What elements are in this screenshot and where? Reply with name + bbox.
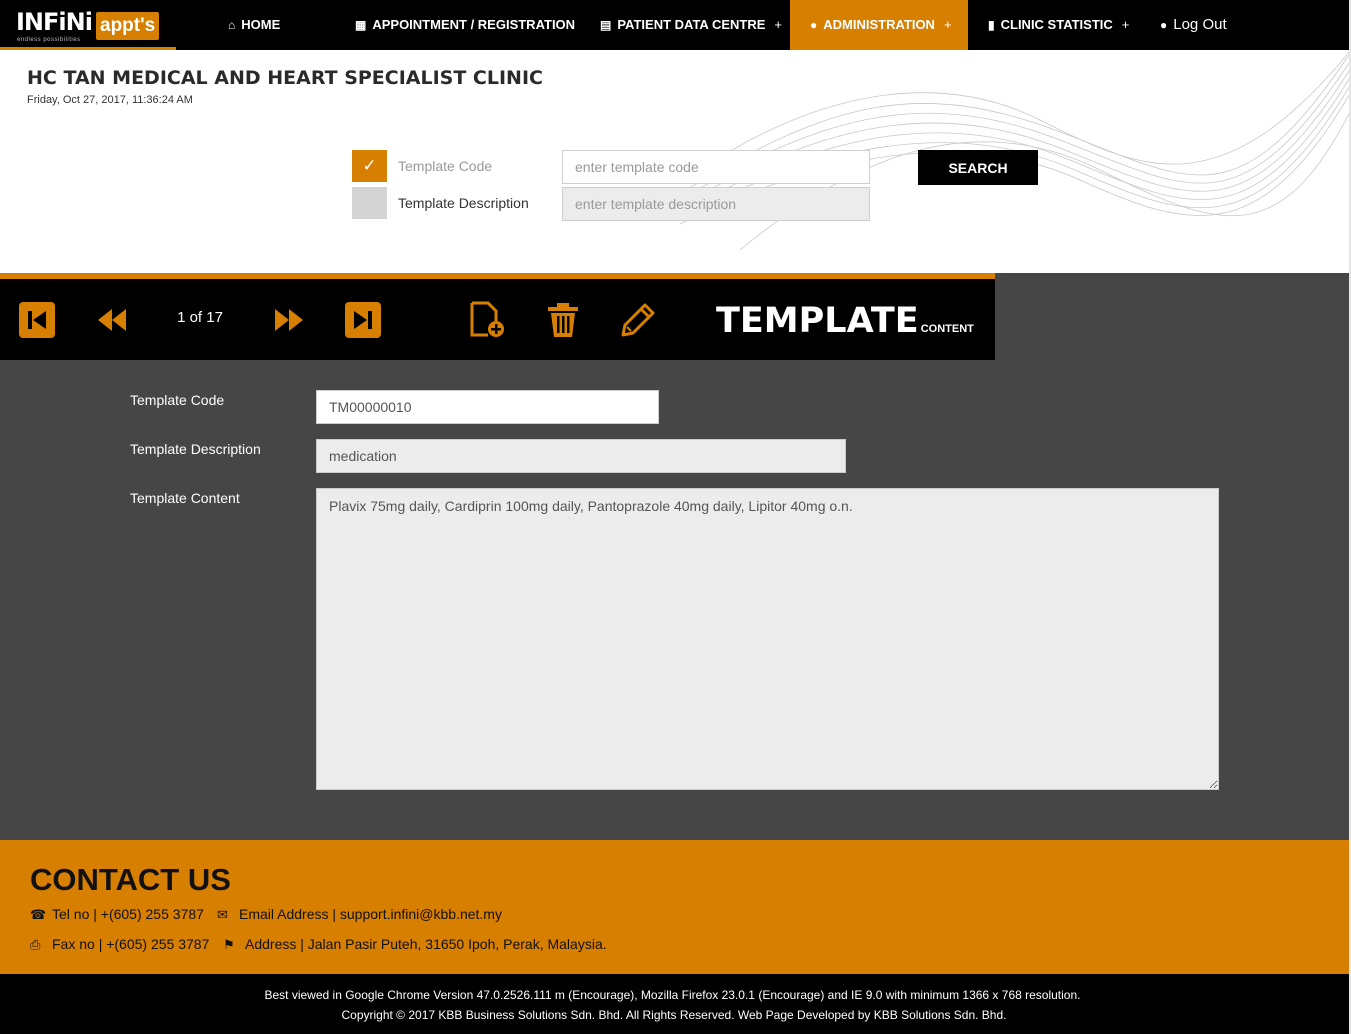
contact-fax-text: Fax no | +(605) 255 3787 <box>52 936 210 952</box>
section-title-main: TEMPLATE <box>716 301 919 341</box>
contact-section: CONTACT US ☎ Tel no | +(605) 255 3787 ✉ Em… <box>0 840 1351 974</box>
section-title: TEMPLATE CONTENT <box>716 301 974 341</box>
contact-address: ⚑ Address | Jalan Pasir Puteh, 31650 Ipoh… <box>223 936 607 953</box>
template-content-textarea[interactable]: Plavix 75mg daily, Cardiprin 100mg daily… <box>316 488 1219 790</box>
search-button[interactable]: SEARCH <box>918 150 1038 185</box>
phone-icon: ☎ <box>30 907 47 922</box>
template-content-label: Template Content <box>130 490 240 506</box>
template-code-search-input[interactable] <box>562 150 870 184</box>
calendar-icon: ▦ <box>355 18 367 32</box>
top-navbar: INFiNi appt's endless possibilities ⌂ HOM… <box>0 0 1351 50</box>
template-code-field[interactable] <box>316 390 659 424</box>
nav-home[interactable]: ⌂ HOME <box>228 0 280 50</box>
nav-administration-label: ADMINISTRATION <box>823 17 935 32</box>
page-footer: Best viewed in Google Chrome Version 47.… <box>0 974 1351 1034</box>
fax-icon: ⎙ <box>30 937 41 952</box>
add-record-icon[interactable] <box>468 301 506 339</box>
brand-logo[interactable]: INFiNi appt's endless possibilities <box>0 0 176 50</box>
logo-tagline: endless possibilities <box>17 37 81 43</box>
nav-home-label: HOME <box>241 17 281 32</box>
template-description-field[interactable] <box>316 439 846 473</box>
nav-patient-data-centre[interactable]: ▤ PATIENT DATA CENTRE + <box>600 0 782 50</box>
flag-icon: ⚑ <box>223 937 235 952</box>
template-description-checkbox[interactable] <box>352 187 387 219</box>
nav-clinic-statistic-label: CLINIC STATISTIC <box>1000 17 1113 32</box>
template-description-search-label: Template Description <box>398 195 529 211</box>
delete-record-icon[interactable] <box>544 301 582 339</box>
record-toolbar: 1 of 17 TEMPLATE CONTENT <box>0 279 995 360</box>
template-description-search-input[interactable] <box>562 187 870 221</box>
edit-record-icon[interactable] <box>619 301 657 339</box>
template-description-label: Template Description <box>130 441 261 457</box>
nav-logout[interactable]: ● Log Out <box>1160 0 1227 50</box>
home-icon: ⌂ <box>228 18 236 32</box>
template-code-search-label: Template Code <box>398 158 493 174</box>
nav-logout-label: Log Out <box>1173 16 1227 33</box>
browser-compatibility-note: Best viewed in Google Chrome Version 47.… <box>264 988 1081 1002</box>
expand-plus-icon: + <box>1121 17 1130 32</box>
next-record-icon[interactable] <box>269 301 307 339</box>
logo-text-appts: appt's <box>96 12 160 40</box>
clinic-name-heading: HC TAN MEDICAL AND HEART SPECIALIST CLIN… <box>27 67 543 89</box>
expand-plus-icon: + <box>774 17 782 32</box>
last-record-icon[interactable] <box>344 301 382 339</box>
logo-text-infini: INFiNi <box>16 8 93 36</box>
user-icon: ● <box>810 18 818 32</box>
nav-appointment-registration[interactable]: ▦ APPOINTMENT / REGISTRATION <box>355 0 575 50</box>
nav-appointment-label: APPOINTMENT / REGISTRATION <box>372 17 576 32</box>
nav-clinic-statistic[interactable]: ▮ CLINIC STATISTIC + <box>988 0 1129 50</box>
template-code-label: Template Code <box>130 392 225 408</box>
current-datetime: Friday, Oct 27, 2017, 11:36:24 AM <box>27 94 193 106</box>
nav-administration[interactable]: ● ADMINISTRATION + <box>790 0 968 50</box>
book-icon: ▤ <box>600 18 612 32</box>
contact-address-text: Address | Jalan Pasir Puteh, 31650 Ipoh,… <box>245 936 607 952</box>
user-icon: ● <box>1160 18 1168 32</box>
contact-tel-text: Tel no | +(605) 255 3787 <box>52 906 204 922</box>
contact-email-text[interactable]: Email Address | support.infini@kbb.net.m… <box>239 906 502 922</box>
bar-chart-icon: ▮ <box>988 18 995 32</box>
contact-fax: ⎙ Fax no | +(605) 255 3787 <box>30 936 209 953</box>
copyright-notice: Copyright © 2017 KBB Business Solutions … <box>341 1008 1007 1022</box>
previous-record-icon[interactable] <box>94 301 132 339</box>
first-record-icon[interactable] <box>18 301 56 339</box>
envelope-icon: ✉ <box>217 907 228 922</box>
contact-tel: ☎ Tel no | +(605) 255 3787 <box>30 906 204 923</box>
contact-title: CONTACT US <box>30 862 231 897</box>
nav-patient-label: PATIENT DATA CENTRE <box>617 17 766 32</box>
template-code-checkbox[interactable]: ✓ <box>352 150 387 182</box>
page-indicator: 1 of 17 <box>177 309 223 326</box>
expand-plus-icon: + <box>943 17 952 32</box>
contact-email: ✉ Email Address | support.infini@kbb.net.… <box>217 906 502 923</box>
section-title-sub: CONTENT <box>920 323 974 335</box>
